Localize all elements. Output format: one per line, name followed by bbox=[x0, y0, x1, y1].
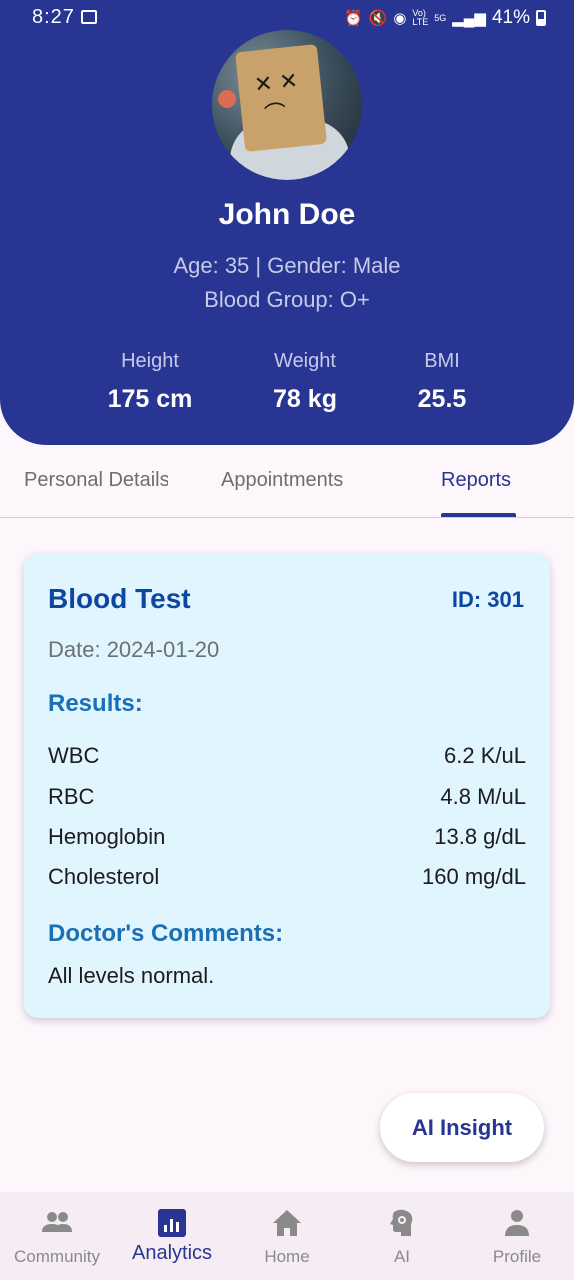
tab-reports[interactable]: Reports bbox=[441, 469, 511, 492]
community-icon bbox=[42, 1212, 72, 1232]
user-name: John Doe bbox=[218, 198, 356, 231]
home-icon bbox=[273, 1210, 301, 1236]
status-time: 8:27 bbox=[32, 6, 75, 28]
avatar[interactable]: ✕ ✕ ⌒ bbox=[212, 30, 362, 180]
nav-ai[interactable]: AI bbox=[345, 1192, 459, 1280]
result-value: 6.2 K/uL bbox=[444, 743, 526, 768]
alarm-icon: ⏰ bbox=[343, 10, 363, 27]
nav-label: Analytics bbox=[131, 1242, 213, 1264]
nav-label: Profile bbox=[492, 1247, 542, 1266]
nav-label: AI bbox=[393, 1247, 411, 1266]
battery-icon bbox=[536, 10, 546, 26]
report-title: Blood Test bbox=[48, 583, 191, 614]
stat-bmi: BMI 25.5 bbox=[372, 350, 512, 414]
tab-personal-details[interactable]: Personal Details bbox=[24, 469, 168, 492]
result-row: WBC 6.2 K/uL bbox=[48, 743, 526, 769]
stat-height: Height 175 cm bbox=[80, 350, 220, 414]
stat-value: 25.5 bbox=[417, 385, 467, 413]
age-gender: Age: 35 | Gender: Male bbox=[173, 253, 401, 278]
5g-icon: 5G bbox=[434, 13, 447, 23]
blood-group: Blood Group: O+ bbox=[204, 287, 370, 312]
profile-icon bbox=[505, 1210, 529, 1236]
bottom-navigation: Community Analytics Home AI Profile bbox=[0, 1192, 574, 1280]
report-id: ID: 301 bbox=[451, 587, 524, 612]
tab-appointments[interactable]: Appointments bbox=[221, 469, 343, 492]
result-name: WBC bbox=[48, 743, 100, 768]
stat-value: 175 cm bbox=[107, 385, 193, 413]
result-value: 160 mg/dL bbox=[422, 864, 526, 889]
nav-home[interactable]: Home bbox=[230, 1192, 344, 1280]
nav-profile[interactable]: Profile bbox=[460, 1192, 574, 1280]
ai-brain-icon bbox=[390, 1209, 413, 1236]
report-card[interactable]: Blood Test ID: 301 Date: 2024-01-20 Resu… bbox=[24, 553, 550, 1018]
doctor-comments: All levels normal. bbox=[48, 963, 215, 988]
stat-weight: Weight 78 kg bbox=[235, 350, 375, 414]
stat-value: 78 kg bbox=[273, 385, 337, 413]
status-icons: ⏰ 🔇 ◉ Vo) LTE 5G ▂▄▆ 41% bbox=[344, 7, 546, 29]
result-row: RBC 4.8 M/uL bbox=[48, 784, 526, 810]
tab-indicator bbox=[441, 513, 516, 517]
stat-label: Height bbox=[121, 350, 179, 372]
result-value: 4.8 M/uL bbox=[440, 784, 526, 809]
nav-label: Home bbox=[264, 1247, 310, 1266]
nav-community[interactable]: Community bbox=[0, 1192, 114, 1280]
profile-header: 8:27 ⏰ 🔇 ◉ Vo) LTE 5G ▂▄▆ 41% ✕ ✕ ⌒ John … bbox=[0, 0, 574, 445]
stat-label: BMI bbox=[424, 350, 460, 372]
ai-insight-button[interactable]: AI Insight bbox=[380, 1093, 544, 1162]
gallery-notification-icon bbox=[81, 10, 97, 24]
tab-bar: Personal Details Appointments Reports bbox=[0, 445, 574, 518]
hotspot-icon: ◉ bbox=[393, 10, 407, 27]
analytics-icon bbox=[158, 1209, 186, 1237]
signal-icon: ▂▄▆ bbox=[452, 10, 486, 27]
sad-face-drawing: ✕ ✕ ⌒ bbox=[253, 68, 300, 129]
stat-label: Weight bbox=[274, 350, 336, 372]
volte-icon: Vo) LTE bbox=[412, 8, 429, 27]
result-name: RBC bbox=[48, 784, 95, 809]
report-date: Date: 2024-01-20 bbox=[48, 637, 220, 662]
battery-percent: 41% bbox=[491, 7, 530, 28]
comments-heading: Doctor's Comments: bbox=[48, 920, 284, 947]
nav-analytics[interactable]: Analytics bbox=[115, 1192, 229, 1280]
result-name: Hemoglobin bbox=[48, 824, 166, 849]
nav-label: Community bbox=[14, 1247, 100, 1266]
result-row: Hemoglobin 13.8 g/dL bbox=[48, 824, 526, 850]
result-row: Cholesterol 160 mg/dL bbox=[48, 864, 526, 890]
result-value: 13.8 g/dL bbox=[434, 824, 526, 849]
mute-icon: 🔇 bbox=[368, 10, 388, 27]
result-name: Cholesterol bbox=[48, 864, 160, 889]
results-heading: Results: bbox=[48, 690, 143, 717]
